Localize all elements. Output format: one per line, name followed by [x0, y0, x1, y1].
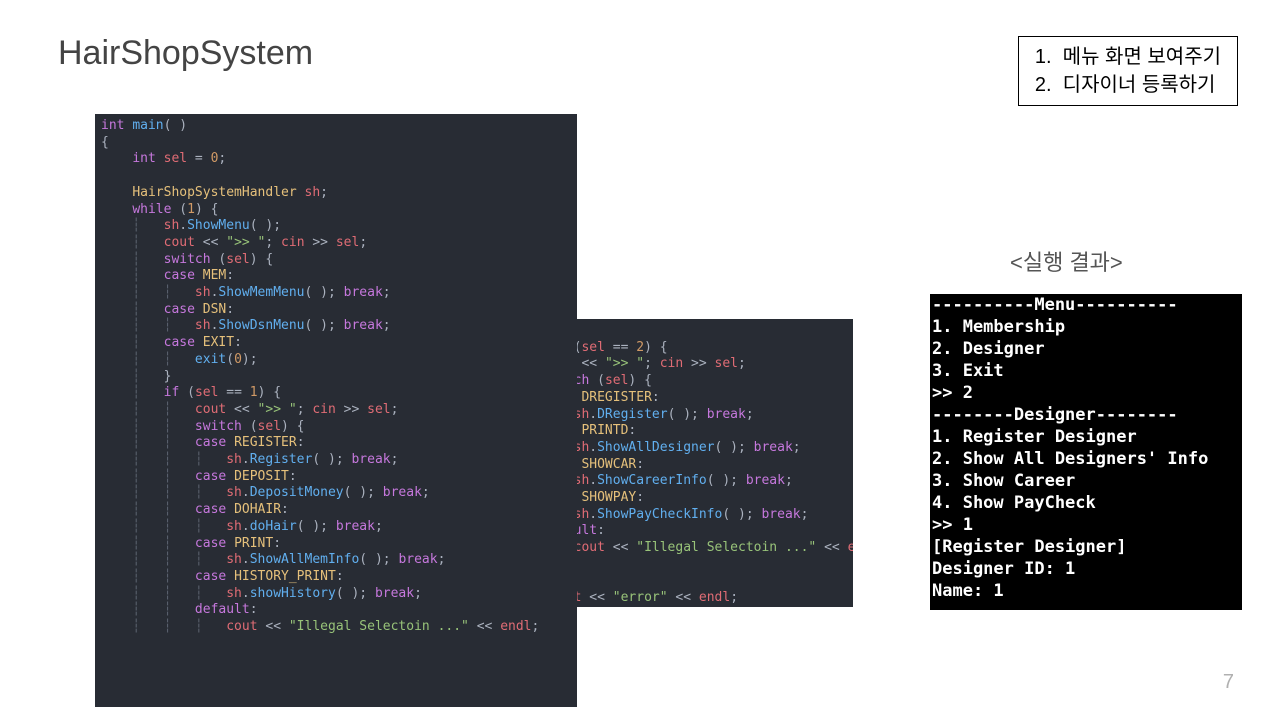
- code-block-main: int main( ) { int sel = 0; HairShopSyste…: [95, 114, 577, 707]
- steps-box: 1. 메뉴 화면 보여주기 2. 디자이너 등록하기: [1018, 36, 1238, 106]
- step-2: 2. 디자이너 등록하기: [1035, 71, 1221, 99]
- console-output: ----------Menu---------- 1. Membership 2…: [930, 294, 1242, 610]
- step-1: 1. 메뉴 화면 보여주기: [1035, 43, 1221, 71]
- result-heading: <실행 결과>: [1010, 245, 1123, 277]
- page-number: 7: [1223, 671, 1234, 694]
- slide-title: HairShopSystem: [58, 34, 313, 73]
